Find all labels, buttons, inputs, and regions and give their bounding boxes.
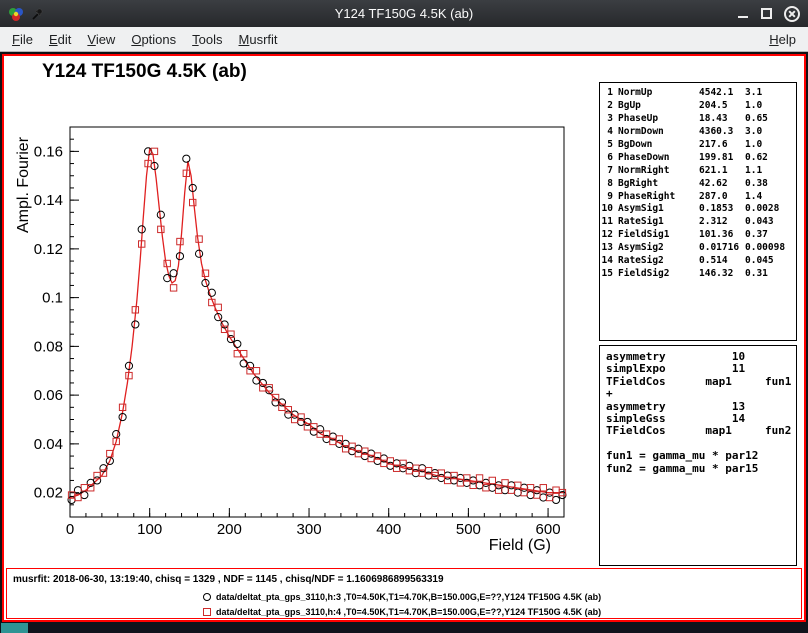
svg-text:100: 100 xyxy=(137,521,162,538)
parameter-row: 12FieldSig1101.360.37 xyxy=(600,229,796,242)
stats-pad: musrfit: 2018-06-30, 13:19:40, chisq = 1… xyxy=(6,568,802,619)
theory-line: + xyxy=(606,388,796,400)
parameter-row: 9PhaseRight287.01.4 xyxy=(600,191,796,204)
parameter-row: 1NormUp4542.13.1 xyxy=(600,87,796,100)
app-icon xyxy=(8,6,24,22)
menubar: File Edit View Options Tools Musrfit Hel… xyxy=(0,27,808,52)
svg-text:300: 300 xyxy=(297,521,322,538)
legend-row: data/deltat_pta_gps_3110,h:4 ,T0=4.50K,T… xyxy=(7,605,801,620)
taskbar-strip xyxy=(0,622,808,633)
parameter-row: 7NormRight621.11.1 xyxy=(600,165,796,178)
taskbar-launcher[interactable] xyxy=(1,623,28,633)
svg-text:0.02: 0.02 xyxy=(34,485,63,502)
parameter-row: 3PhaseUp18.430.65 xyxy=(600,113,796,126)
parameter-row: 10AsymSig10.18530.0028 xyxy=(600,203,796,216)
circle-marker-icon xyxy=(203,593,211,601)
plot-frame xyxy=(70,127,564,517)
app-window: Y124 TF150G 4.5K (ab) File Edit View Opt… xyxy=(0,0,808,633)
svg-text:0.12: 0.12 xyxy=(34,241,63,258)
svg-text:600: 600 xyxy=(536,521,561,538)
parameter-row: 4NormDown4360.33.0 xyxy=(600,126,796,139)
theory-panel: asymmetry 10simplExpo 11TFieldCos map1 f… xyxy=(599,345,797,566)
parameter-row: 11RateSig12.3120.043 xyxy=(600,216,796,229)
pin-icon xyxy=(31,7,44,21)
svg-text:0.04: 0.04 xyxy=(34,436,63,453)
titlebar: Y124 TF150G 4.5K (ab) xyxy=(0,0,808,27)
menu-help[interactable]: Help xyxy=(761,29,804,50)
parameter-row: 2BgUp204.51.0 xyxy=(600,100,796,113)
square-marker-icon xyxy=(203,608,211,616)
fourier-plot[interactable]: 0 100 200 300 400 500 600 0.02 0.04 0.06 0.08 0.1 0.… xyxy=(4,80,596,566)
theory-line: fun1 = gamma_mu * par12 xyxy=(606,450,796,462)
menu-musrfit[interactable]: Musrfit xyxy=(231,29,286,50)
minimize-button[interactable] xyxy=(737,8,749,20)
parameter-row: 6PhaseDown199.810.62 xyxy=(600,152,796,165)
fit-stats-line: musrfit: 2018-06-30, 13:19:40, chisq = 1… xyxy=(13,574,444,585)
root-canvas: Y124 TF150G 4.5K (ab) 010020030040050060… xyxy=(2,54,806,622)
svg-text:0: 0 xyxy=(66,521,74,538)
svg-text:500: 500 xyxy=(456,521,481,538)
x-axis-title: Field (G) xyxy=(489,537,551,554)
menu-file[interactable]: File xyxy=(4,29,41,50)
parameter-row: 15FieldSig2146.320.31 xyxy=(600,268,796,281)
menu-options[interactable]: Options xyxy=(123,29,184,50)
parameter-row: 13AsymSig20.017160.00098 xyxy=(600,242,796,255)
parameter-row: 5BgDown217.61.0 xyxy=(600,139,796,152)
theory-line: TFieldCos map1 fun1 xyxy=(606,376,796,388)
legend: data/deltat_pta_gps_3110,h:3 ,T0=4.50K,T… xyxy=(7,590,801,620)
legend-row: data/deltat_pta_gps_3110,h:3 ,T0=4.50K,T… xyxy=(7,590,801,605)
parameter-row: 8BgRight42.620.38 xyxy=(600,178,796,191)
svg-text:0.06: 0.06 xyxy=(34,387,63,404)
svg-text:0.14: 0.14 xyxy=(34,192,63,209)
fit-line xyxy=(70,149,564,498)
svg-text:400: 400 xyxy=(376,521,401,538)
window-title: Y124 TF150G 4.5K (ab) xyxy=(0,6,808,21)
maximize-button[interactable] xyxy=(761,8,772,19)
parameter-panel: 1NormUp4542.13.12BgUp204.51.03PhaseUp18.… xyxy=(599,82,797,341)
theory-line: fun2 = gamma_mu * par15 xyxy=(606,463,796,475)
menu-edit[interactable]: Edit xyxy=(41,29,79,50)
svg-text:0.08: 0.08 xyxy=(34,338,63,355)
svg-text:0.16: 0.16 xyxy=(34,143,63,160)
parameter-row: 14RateSig20.5140.045 xyxy=(600,255,796,268)
close-button[interactable] xyxy=(784,6,800,22)
y-axis-title: Ampl. Fourier xyxy=(15,136,32,233)
svg-text:200: 200 xyxy=(217,521,242,538)
theory-line: TFieldCos map1 fun2 xyxy=(606,425,796,437)
menu-tools[interactable]: Tools xyxy=(184,29,230,50)
theory-line: simplExpo 11 xyxy=(606,363,796,375)
menu-view[interactable]: View xyxy=(79,29,123,50)
svg-text:0.1: 0.1 xyxy=(42,290,63,307)
